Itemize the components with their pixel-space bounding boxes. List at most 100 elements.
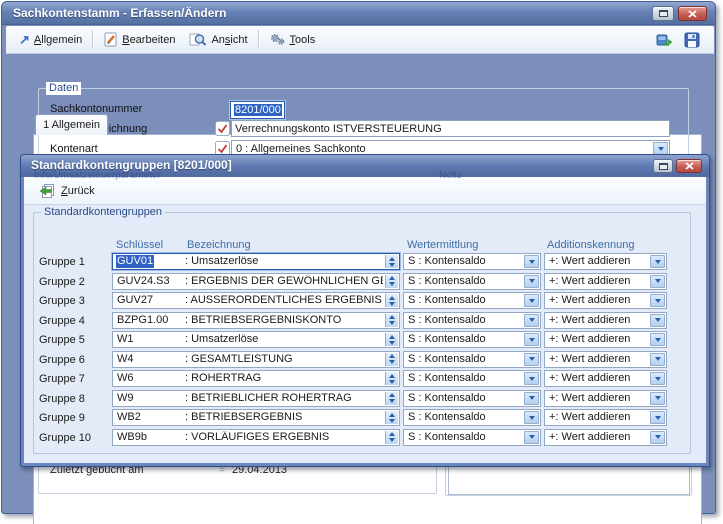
spinner-down-icon[interactable]: [389, 380, 395, 384]
spinner-up-icon[interactable]: [389, 257, 395, 261]
spinner-control[interactable]: [385, 411, 398, 424]
save-icon[interactable]: [684, 32, 700, 48]
close-button[interactable]: [678, 6, 707, 21]
chevron-down-icon[interactable]: [650, 275, 665, 288]
spinner-control[interactable]: [385, 255, 398, 268]
tab-allgemein[interactable]: 1 Allgemein: [35, 114, 108, 135]
additionskennung-select[interactable]: +: Wert addieren: [544, 429, 667, 446]
chevron-down-icon[interactable]: [650, 372, 665, 385]
additionskennung-select[interactable]: +: Wert addieren: [544, 390, 667, 407]
schluessel-bezeichnung-field[interactable]: W4 : GESAMTLEISTUNG: [112, 351, 400, 368]
spinner-up-icon[interactable]: [389, 315, 395, 319]
wertermittlung-value: S : Kontensaldo: [408, 314, 523, 327]
toolbar-item-ansicht[interactable]: Ansicht: [182, 30, 254, 49]
kontenbezeichnung-input[interactable]: Verrechnungskonto ISTVERSTEUERUNG: [231, 120, 670, 137]
additionskennung-select[interactable]: +: Wert addieren: [544, 331, 667, 348]
spinner-down-icon[interactable]: [389, 419, 395, 423]
schluessel-bezeichnung-field[interactable]: GUV27 : AUSSERORDENTLICHES ERGEBNIS: [112, 292, 400, 309]
main-titlebar[interactable]: Sachkontenstamm - Erfassen/Ändern: [2, 2, 715, 25]
schluessel-bezeichnung-field[interactable]: GUV01 : Umsatzerlöse: [112, 253, 400, 270]
chevron-down-icon[interactable]: [650, 294, 665, 307]
spinner-up-icon[interactable]: [389, 413, 395, 417]
chevron-down-icon[interactable]: [524, 294, 539, 307]
spinner-down-icon[interactable]: [389, 399, 395, 403]
chevron-down-icon[interactable]: [524, 314, 539, 327]
schluessel-bezeichnung-field[interactable]: W6 : ROHERTRAG: [112, 370, 400, 387]
wertermittlung-select[interactable]: S : Kontensaldo: [403, 409, 541, 426]
spinner-up-icon[interactable]: [389, 393, 395, 397]
wertermittlung-value: S : Kontensaldo: [408, 275, 523, 288]
wertermittlung-select[interactable]: S : Kontensaldo: [403, 253, 541, 270]
chevron-down-icon[interactable]: [650, 431, 665, 444]
chevron-down-icon[interactable]: [650, 411, 665, 424]
sachkontonummer-input[interactable]: 8201/000: [230, 101, 285, 119]
chevron-down-icon[interactable]: [650, 333, 665, 346]
dialog-titlebar[interactable]: Standardkontengruppen [8201/000]: [21, 155, 709, 177]
wertermittlung-select[interactable]: S : Kontensaldo: [403, 429, 541, 446]
wertermittlung-select[interactable]: S : Kontensaldo: [403, 331, 541, 348]
spinner-up-icon[interactable]: [389, 296, 395, 300]
wertermittlung-select[interactable]: S : Kontensaldo: [403, 273, 541, 290]
spinner-down-icon[interactable]: [389, 263, 395, 267]
additionskennung-select[interactable]: +: Wert addieren: [544, 292, 667, 309]
spinner-up-icon[interactable]: [389, 335, 395, 339]
spinner-up-icon[interactable]: [389, 374, 395, 378]
chevron-down-icon[interactable]: [524, 392, 539, 405]
chevron-down-icon[interactable]: [524, 333, 539, 346]
wertermittlung-select[interactable]: S : Kontensaldo: [403, 390, 541, 407]
spinner-down-icon[interactable]: [389, 302, 395, 306]
spinner-control[interactable]: [385, 372, 398, 385]
spinner-control[interactable]: [385, 431, 398, 444]
dialog-close-button[interactable]: [676, 159, 702, 173]
chevron-down-icon[interactable]: [524, 353, 539, 366]
spinner-down-icon[interactable]: [389, 321, 395, 325]
wertermittlung-select[interactable]: S : Kontensaldo: [403, 370, 541, 387]
wertermittlung-select[interactable]: S : Kontensaldo: [403, 312, 541, 329]
spinner-control[interactable]: [385, 314, 398, 327]
additionskennung-select[interactable]: +: Wert addieren: [544, 253, 667, 270]
chevron-down-icon[interactable]: [650, 255, 665, 268]
spinner-down-icon[interactable]: [389, 341, 395, 345]
export-icon[interactable]: [656, 32, 673, 48]
spinner-control[interactable]: [385, 392, 398, 405]
additionskennung-select[interactable]: +: Wert addieren: [544, 273, 667, 290]
spinner-down-icon[interactable]: [389, 438, 395, 442]
schluessel-bezeichnung-field[interactable]: W9 : BETRIEBLICHER ROHERTRAG: [112, 390, 400, 407]
additionskennung-select[interactable]: +: Wert addieren: [544, 370, 667, 387]
kontenbezeichnung-check-button[interactable]: [215, 121, 230, 136]
zurueck-button[interactable]: Zurück: [33, 181, 101, 200]
toolbar-item-allgemein[interactable]: ↗ Allgemein: [12, 31, 89, 48]
schluessel-bezeichnung-field[interactable]: WB9b : VORLÄUFIGES ERGEBNIS: [112, 429, 400, 446]
toolbar-item-bearbeiten[interactable]: Bearbeiten: [96, 30, 182, 50]
chevron-down-icon[interactable]: [650, 353, 665, 366]
spinner-control[interactable]: [385, 275, 398, 288]
schluessel-bezeichnung-field[interactable]: BZPG1.00 : BETRIEBSERGEBNISKONTO: [112, 312, 400, 329]
chevron-down-icon[interactable]: [524, 275, 539, 288]
wertermittlung-select[interactable]: S : Kontensaldo: [403, 351, 541, 368]
dialog-restore-button[interactable]: [653, 159, 673, 173]
spinner-up-icon[interactable]: [389, 276, 395, 280]
spinner-down-icon[interactable]: [389, 282, 395, 286]
spinner-control[interactable]: [385, 333, 398, 346]
spinner-down-icon[interactable]: [389, 360, 395, 364]
chevron-down-icon[interactable]: [524, 431, 539, 444]
toolbar-item-tools[interactable]: Tools: [262, 30, 323, 49]
additionskennung-select[interactable]: +: Wert addieren: [544, 312, 667, 329]
schluessel-bezeichnung-field[interactable]: W1 : Umsatzerlöse: [112, 331, 400, 348]
schluessel-bezeichnung-field[interactable]: WB2 : BETRIEBSERGEBNIS: [112, 409, 400, 426]
chevron-down-icon[interactable]: [650, 314, 665, 327]
dialog-toolbar: Zurück: [24, 177, 706, 205]
spinner-up-icon[interactable]: [389, 354, 395, 358]
restore-button[interactable]: [652, 6, 674, 21]
schluessel-bezeichnung-field[interactable]: GUV24.S3 : ERGEBNIS DER GEWÖHNLICHEN GES: [112, 273, 400, 290]
spinner-control[interactable]: [385, 353, 398, 366]
spinner-control[interactable]: [385, 294, 398, 307]
chevron-down-icon[interactable]: [650, 392, 665, 405]
chevron-down-icon[interactable]: [524, 255, 539, 268]
spinner-up-icon[interactable]: [389, 432, 395, 436]
additionskennung-select[interactable]: +: Wert addieren: [544, 351, 667, 368]
wertermittlung-select[interactable]: S : Kontensaldo: [403, 292, 541, 309]
additionskennung-select[interactable]: +: Wert addieren: [544, 409, 667, 426]
chevron-down-icon[interactable]: [524, 372, 539, 385]
chevron-down-icon[interactable]: [524, 411, 539, 424]
